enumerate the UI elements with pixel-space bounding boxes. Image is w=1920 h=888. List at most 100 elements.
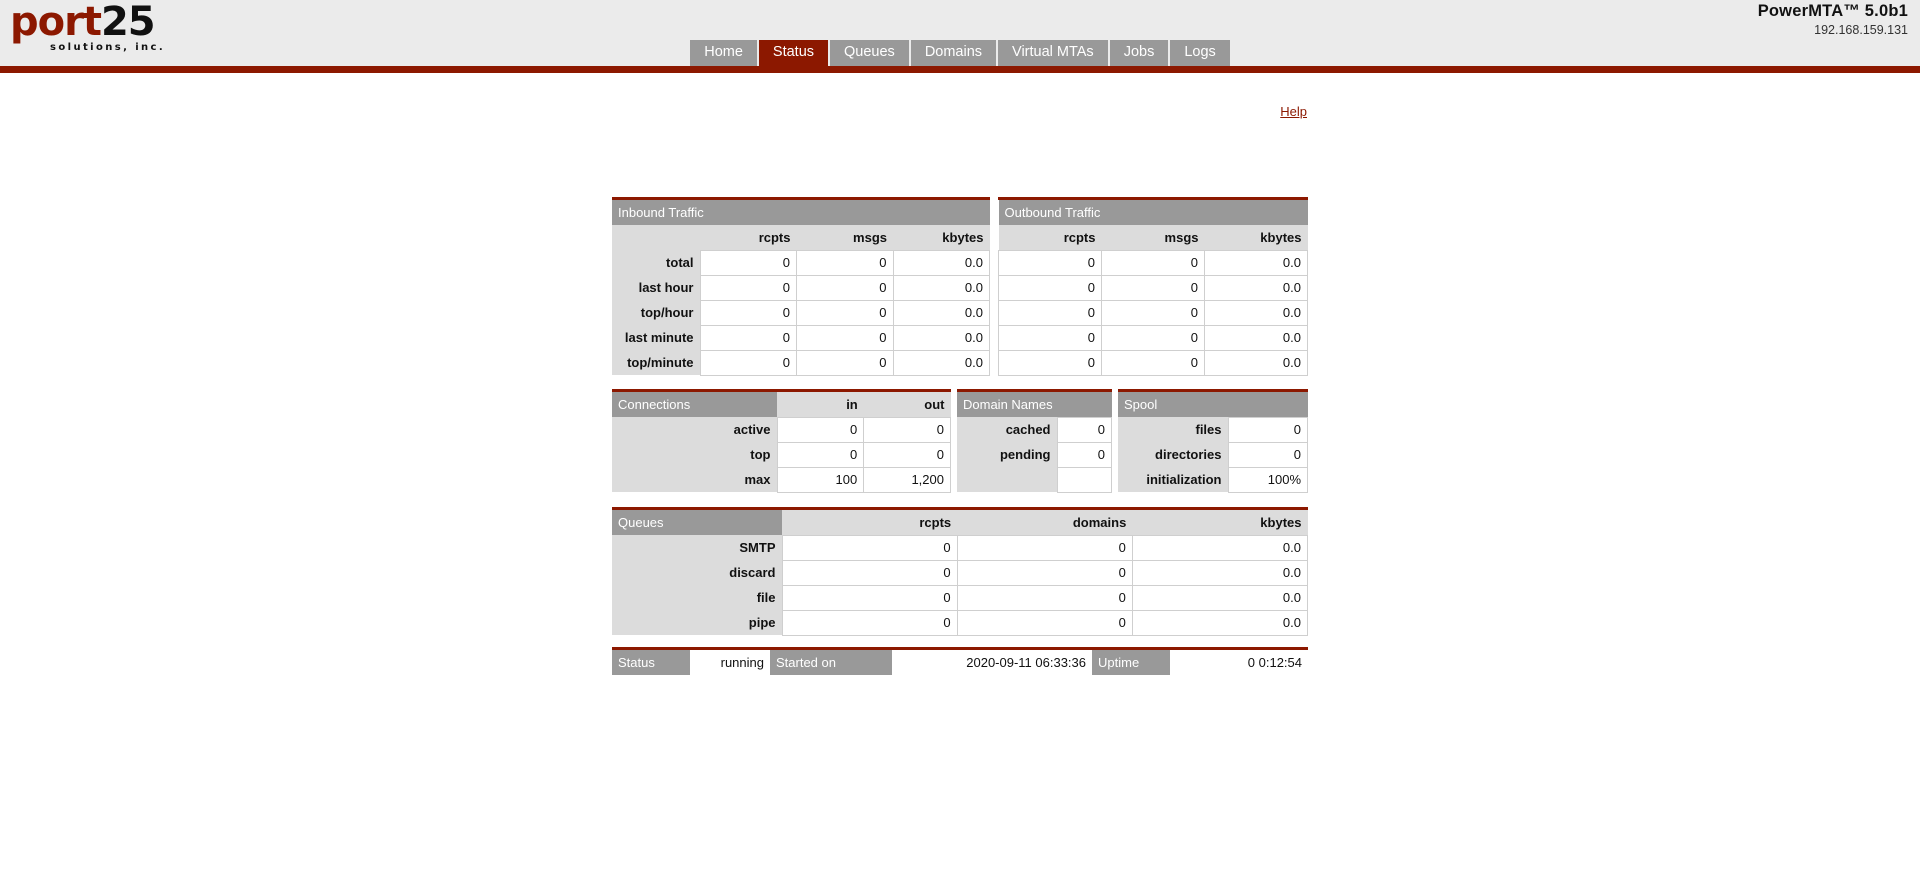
cell-total-msgs: 0 bbox=[1101, 249, 1205, 276]
row-label-last-minute: last minute bbox=[612, 325, 700, 350]
table-row: 0 0 0.0 bbox=[998, 349, 1308, 376]
table-header-row: rcpts msgs kbytes bbox=[998, 225, 1308, 250]
status-bar-row: Status running Started on 2020-09-11 06:… bbox=[612, 650, 1308, 675]
row-label-last-hour: last hour bbox=[612, 275, 700, 300]
cell-file-kbytes: 0.0 bbox=[1131, 584, 1309, 611]
cell-top-hour-msgs: 0 bbox=[1101, 299, 1205, 326]
row-label-total: total bbox=[612, 250, 700, 275]
nav-tab-status[interactable]: Status bbox=[758, 40, 829, 66]
uptime-value: 0 0:12:54 bbox=[1170, 650, 1308, 675]
nav-tab-logs[interactable]: Logs bbox=[1170, 40, 1230, 66]
cell-active-out: 0 bbox=[863, 416, 951, 443]
nav-tab-queues[interactable]: Queues bbox=[830, 40, 909, 66]
cell-top-hour-rcpts: 0 bbox=[998, 299, 1102, 326]
nav-tab-domains[interactable]: Domains bbox=[910, 40, 997, 66]
cell-max-in: 100 bbox=[776, 466, 865, 493]
cell-cached-value: 0 bbox=[1056, 416, 1112, 443]
cell-top-minute-msgs: 0 bbox=[1101, 349, 1205, 376]
status-value: running bbox=[690, 650, 770, 675]
table-row: total 0 0 0.0 bbox=[612, 249, 990, 276]
table-row: last hour 0 0 0.0 bbox=[612, 274, 990, 301]
table-caption-row: Inbound Traffic bbox=[612, 200, 990, 225]
table-caption-row: Domain Names bbox=[957, 392, 1112, 417]
cell-active-in: 0 bbox=[776, 416, 865, 443]
row-label-initialization: initialization bbox=[1118, 467, 1228, 492]
column-header-msgs: msgs bbox=[1101, 225, 1205, 250]
table-header-row: rcpts msgs kbytes bbox=[612, 225, 990, 250]
page-header: port25 solutions, inc. PowerMTA™ 5.0b1 1… bbox=[0, 0, 1920, 73]
logo-port-text: port bbox=[10, 0, 102, 45]
queues-title: Queues bbox=[612, 510, 782, 535]
table-row: 0 0 0.0 bbox=[998, 324, 1308, 351]
table-row: initialization 100% bbox=[1118, 466, 1308, 493]
cell-top-hour-kbytes: 0.0 bbox=[892, 299, 990, 326]
row-label-pending: pending bbox=[957, 442, 1057, 467]
inbound-traffic-title: Inbound Traffic bbox=[612, 200, 990, 225]
connections-panel: Connections in out active 0 0 top 0 0 ma… bbox=[612, 389, 951, 493]
cell-top-hour-kbytes: 0.0 bbox=[1204, 299, 1308, 326]
domain-names-title: Domain Names bbox=[957, 392, 1112, 417]
help-row: Help bbox=[0, 103, 1307, 121]
column-header-rcpts: rcpts bbox=[700, 225, 797, 250]
outbound-traffic-panel: Outbound Traffic rcpts msgs kbytes 0 0 0… bbox=[998, 197, 1308, 376]
table-row: pending 0 bbox=[957, 441, 1112, 468]
cell-file-domains: 0 bbox=[956, 584, 1133, 611]
table-row: top 0 0 bbox=[612, 441, 951, 468]
domain-names-table: Domain Names cached 0 pending 0 bbox=[957, 392, 1112, 493]
nav-tab-virtual-mtas[interactable]: Virtual MTAs bbox=[998, 40, 1108, 66]
cell-last-hour-rcpts: 0 bbox=[699, 274, 797, 301]
row-label-cached: cached bbox=[957, 417, 1057, 442]
cell-last-hour-msgs: 0 bbox=[1101, 274, 1205, 301]
cell-last-minute-rcpts: 0 bbox=[699, 324, 797, 351]
logo-25-text: 25 bbox=[100, 0, 156, 45]
table-row: cached 0 bbox=[957, 416, 1112, 443]
row-label-empty bbox=[957, 467, 1057, 492]
cell-total-kbytes: 0.0 bbox=[1204, 249, 1308, 276]
table-row: discard 0 0 0.0 bbox=[612, 559, 1309, 586]
column-header-kbytes: kbytes bbox=[1204, 225, 1308, 250]
table-row: 0 0 0.0 bbox=[998, 299, 1308, 326]
row-label-smtp: SMTP bbox=[612, 535, 782, 560]
table-row-filler bbox=[957, 466, 1112, 493]
cell-discard-rcpts: 0 bbox=[781, 559, 958, 586]
cell-top-hour-msgs: 0 bbox=[796, 299, 894, 326]
cell-top-out: 0 bbox=[863, 441, 951, 468]
cell-top-in: 0 bbox=[776, 441, 865, 468]
spool-table: Spool files 0 directories 0 initializati… bbox=[1118, 392, 1308, 493]
main-navigation: Home Status Queues Domains Virtual MTAs Jobs L… bbox=[0, 0, 1920, 66]
spool-panel: Spool files 0 directories 0 initializati… bbox=[1118, 389, 1308, 493]
uptime-label: Uptime bbox=[1092, 650, 1170, 675]
cell-last-minute-msgs: 0 bbox=[796, 324, 894, 351]
cell-top-minute-kbytes: 0.0 bbox=[1204, 349, 1308, 376]
help-link[interactable]: Help bbox=[1280, 104, 1307, 119]
column-header-domains: domains bbox=[957, 510, 1133, 535]
status-label: Status bbox=[612, 650, 690, 675]
cell-discard-domains: 0 bbox=[956, 559, 1133, 586]
cell-total-kbytes: 0.0 bbox=[892, 249, 990, 276]
row-label-top: top bbox=[612, 442, 777, 467]
cell-initialization-value: 100% bbox=[1227, 466, 1308, 493]
started-on-label: Started on bbox=[770, 650, 892, 675]
cell-last-minute-kbytes: 0.0 bbox=[892, 324, 990, 351]
table-caption-row: Connections in out bbox=[612, 392, 951, 417]
table-row: 0 0 0.0 bbox=[998, 249, 1308, 276]
inbound-traffic-table: Inbound Traffic rcpts msgs kbytes total … bbox=[612, 200, 990, 376]
row-label-top-minute: top/minute bbox=[612, 350, 700, 375]
nav-tab-jobs[interactable]: Jobs bbox=[1109, 40, 1169, 66]
cell-pipe-domains: 0 bbox=[956, 609, 1133, 636]
corner-cell bbox=[612, 225, 700, 250]
column-header-rcpts: rcpts bbox=[998, 225, 1102, 250]
table-row: top/hour 0 0 0.0 bbox=[612, 299, 990, 326]
row-label-file: file bbox=[612, 585, 782, 610]
nav-tab-home[interactable]: Home bbox=[690, 40, 757, 66]
table-row: files 0 bbox=[1118, 416, 1308, 443]
column-header-rcpts: rcpts bbox=[782, 510, 958, 535]
table-row: max 100 1,200 bbox=[612, 466, 951, 493]
domain-names-panel: Domain Names cached 0 pending 0 bbox=[957, 389, 1112, 493]
row-label-active: active bbox=[612, 417, 777, 442]
row-label-max: max bbox=[612, 467, 777, 492]
cell-top-minute-kbytes: 0.0 bbox=[892, 349, 990, 376]
cell-last-minute-msgs: 0 bbox=[1101, 324, 1205, 351]
started-on-value: 2020-09-11 06:33:36 bbox=[892, 650, 1092, 675]
cell-smtp-kbytes: 0.0 bbox=[1131, 534, 1309, 561]
